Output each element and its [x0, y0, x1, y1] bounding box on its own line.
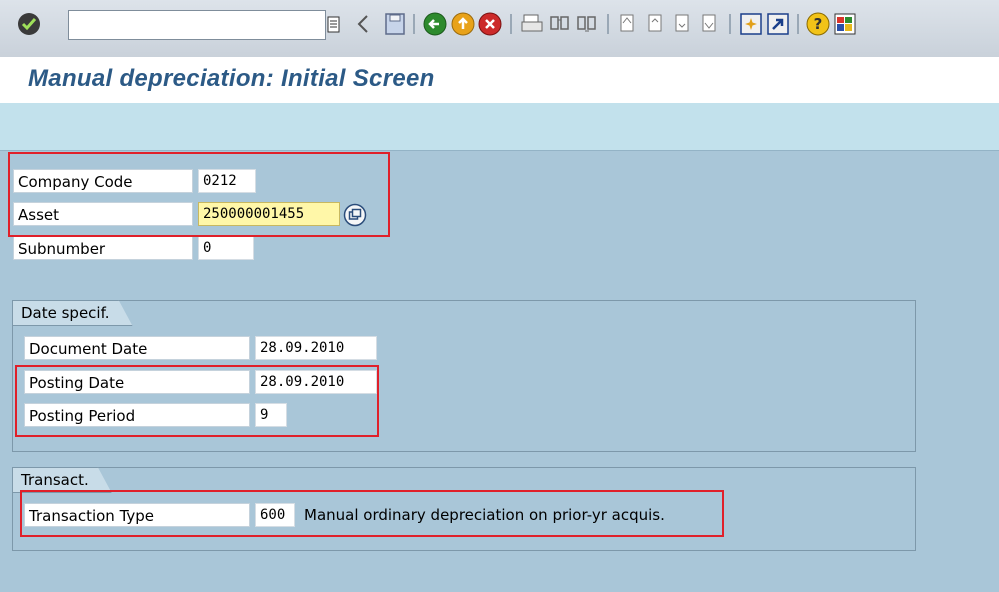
date-group-title: Date specif. — [12, 300, 133, 326]
first-page-icon[interactable] — [614, 11, 640, 37]
application-toolbar — [0, 103, 999, 151]
back-arrow-icon[interactable] — [355, 13, 371, 35]
find-next-icon[interactable] — [574, 11, 600, 37]
create-session-icon[interactable] — [738, 11, 764, 37]
system-toolbar: ? — [0, 0, 999, 58]
toolbar-separator — [510, 14, 512, 34]
subnumber-field[interactable]: 0 — [198, 236, 254, 260]
previous-page-icon[interactable] — [642, 11, 668, 37]
subnumber-label: Subnumber — [13, 236, 193, 260]
toolbar-separator — [797, 14, 799, 34]
command-field-menu-icon[interactable] — [326, 15, 342, 35]
toolbar-separator — [607, 14, 609, 34]
svg-text:?: ? — [814, 15, 823, 33]
save-icon[interactable] — [382, 11, 408, 37]
last-page-icon[interactable] — [696, 11, 722, 37]
highlight-box-posting — [15, 365, 379, 437]
highlight-box-company-asset — [8, 152, 390, 237]
document-date-field[interactable]: 28.09.2010 — [255, 336, 377, 360]
exit-icon[interactable] — [450, 11, 476, 37]
layout-settings-icon[interactable] — [832, 11, 858, 37]
cancel-icon[interactable] — [477, 11, 503, 37]
help-icon[interactable]: ? — [805, 11, 831, 37]
page-title: Manual depreciation: Initial Screen — [28, 65, 435, 92]
document-date-label: Document Date — [24, 336, 250, 360]
highlight-box-transaction-type — [20, 490, 724, 537]
shortcut-icon[interactable] — [765, 11, 791, 37]
print-icon[interactable] — [519, 11, 545, 37]
command-field[interactable] — [68, 10, 326, 40]
toolbar-separator — [413, 14, 415, 34]
title-bar: Manual depreciation: Initial Screen — [0, 57, 999, 103]
next-page-icon[interactable] — [669, 11, 695, 37]
toolbar-separator — [729, 14, 731, 34]
enter-icon[interactable] — [16, 11, 42, 37]
back-icon[interactable] — [422, 11, 448, 37]
find-icon[interactable] — [547, 11, 573, 37]
